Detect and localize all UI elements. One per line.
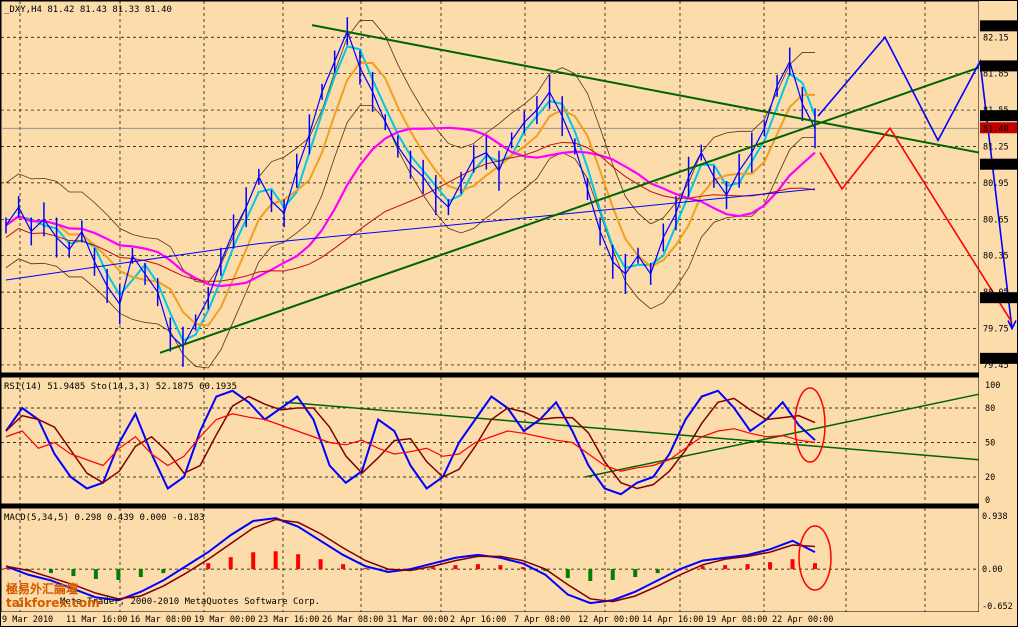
price-tag-label: 80.00	[983, 294, 1009, 304]
time-tick-label: 31 Mar 00:00	[387, 615, 448, 625]
macd-histogram-bar	[251, 552, 256, 570]
macd-histogram-bar	[228, 557, 233, 570]
macd-histogram-bar	[161, 569, 166, 574]
time-tick-label: 22 Apr 00:00	[772, 615, 833, 625]
price-tick-label: 81.25	[983, 142, 1009, 152]
time-tick-label: 23 Mar 16:00	[258, 615, 319, 625]
macd-histogram-bar	[93, 569, 98, 579]
macd-histogram-bar	[430, 567, 435, 570]
chart-container[interactable]: 82.1581.8581.5581.2580.9580.6580.3580.05…	[0, 0, 1018, 627]
time-tick-label: 9 Mar 2010	[2, 615, 53, 625]
macd-tick-label: 0.00	[982, 565, 1002, 575]
time-tick-label: 26 Mar 08:00	[322, 615, 383, 625]
macd-histogram-bar	[71, 569, 76, 577]
macd-histogram-bar	[138, 569, 143, 578]
time-tick-label: 16 Mar 08:00	[130, 615, 191, 625]
price-tag-label: 81.50	[983, 112, 1009, 122]
macd-histogram-bar	[116, 569, 121, 580]
price-tick-label: 80.35	[983, 252, 1009, 262]
chart-svg[interactable]: 82.1581.8581.5581.2580.9580.6580.3580.05…	[0, 0, 1018, 627]
macd-tick-label: 0.938	[982, 512, 1008, 522]
rsi-tick-label: 80	[985, 404, 995, 414]
rsi-header: RSI(14) 51.9485 Sto(14,3,3) 52.1875 60.1…	[4, 382, 237, 392]
macd-histogram-bar	[48, 569, 53, 574]
macd-histogram-bar	[723, 565, 728, 570]
price-tick-label: 80.65	[983, 215, 1009, 225]
time-axis-labels: 9 Mar 2010 11 Mar 16:00 16 Mar 08:00 19 Mar…	[2, 615, 833, 625]
macd-histogram-bar	[700, 566, 705, 570]
price-tag-label: 79.50	[983, 355, 1009, 365]
time-tick-label: 19 Mar 00:00	[194, 615, 255, 625]
rsi-tick-label: 20	[985, 473, 995, 483]
macd-histogram-bar	[565, 569, 570, 579]
macd-header: MACD(5,34,5) 0.298 0.439 0.000 -0.183	[4, 513, 204, 523]
macd-histogram-bar	[363, 568, 368, 570]
price-tag-label: 82.24	[983, 22, 1009, 32]
rsi-tick-label: 100	[985, 381, 1000, 391]
watermark-line-1: 極易外汇論壇	[6, 582, 79, 596]
macd-histogram-bar	[318, 559, 323, 570]
macd-histogram-bar	[296, 554, 301, 570]
macd-histogram-bar	[790, 559, 795, 570]
macd-histogram-bar	[206, 563, 211, 570]
main-header: _DXY,H4 81.42 81.43 81.33 81.40	[4, 5, 172, 15]
macd-histogram-bar	[745, 564, 750, 570]
rsi-tick-label: 50	[985, 439, 995, 449]
price-tag-label: 81.91	[983, 62, 1009, 72]
macd-tick-label: -0.652	[982, 602, 1013, 612]
price-tick-label: 82.15	[983, 33, 1009, 43]
macd-histogram-bar	[610, 569, 615, 580]
time-tick-label: 14 Apr 16:00	[642, 615, 703, 625]
macd-histogram-bar	[498, 565, 503, 570]
macd-histogram-bar	[633, 569, 638, 578]
macd-histogram-bar	[588, 569, 593, 581]
macd-histogram-bar	[4, 568, 8, 570]
macd-histogram-bar	[341, 564, 346, 570]
main-panel[interactable]	[0, 0, 980, 374]
price-tick-label: 79.75	[983, 325, 1009, 335]
macd-histogram-bar	[475, 564, 480, 570]
macd-histogram-bar	[453, 565, 458, 570]
watermark-logo: 極易外汇論壇 taikforex.com	[6, 582, 100, 610]
time-tick-label: 11 Mar 16:00	[66, 615, 127, 625]
time-tick-label: 19 Apr 08:00	[706, 615, 767, 625]
macd-histogram-bar	[273, 551, 278, 570]
price-tag-label: 81.10	[983, 161, 1009, 171]
price-tick-label: 80.95	[983, 179, 1009, 189]
time-tick-label: 7 Apr 08:00	[514, 615, 570, 625]
current-price-label: 81.40	[983, 124, 1009, 134]
time-tick-label: 12 Apr 00:00	[578, 615, 639, 625]
rsi-panel[interactable]	[0, 376, 980, 505]
macd-histogram-bar	[655, 569, 660, 574]
watermark-line-2: taikforex.com	[6, 596, 100, 610]
macd-histogram-bar	[768, 562, 773, 570]
rsi-tick-label: 0	[985, 496, 990, 506]
macd-histogram-bar	[813, 563, 817, 570]
time-tick-label: 2 Apr 16:00	[450, 615, 506, 625]
macd-histogram-bar	[520, 567, 525, 570]
